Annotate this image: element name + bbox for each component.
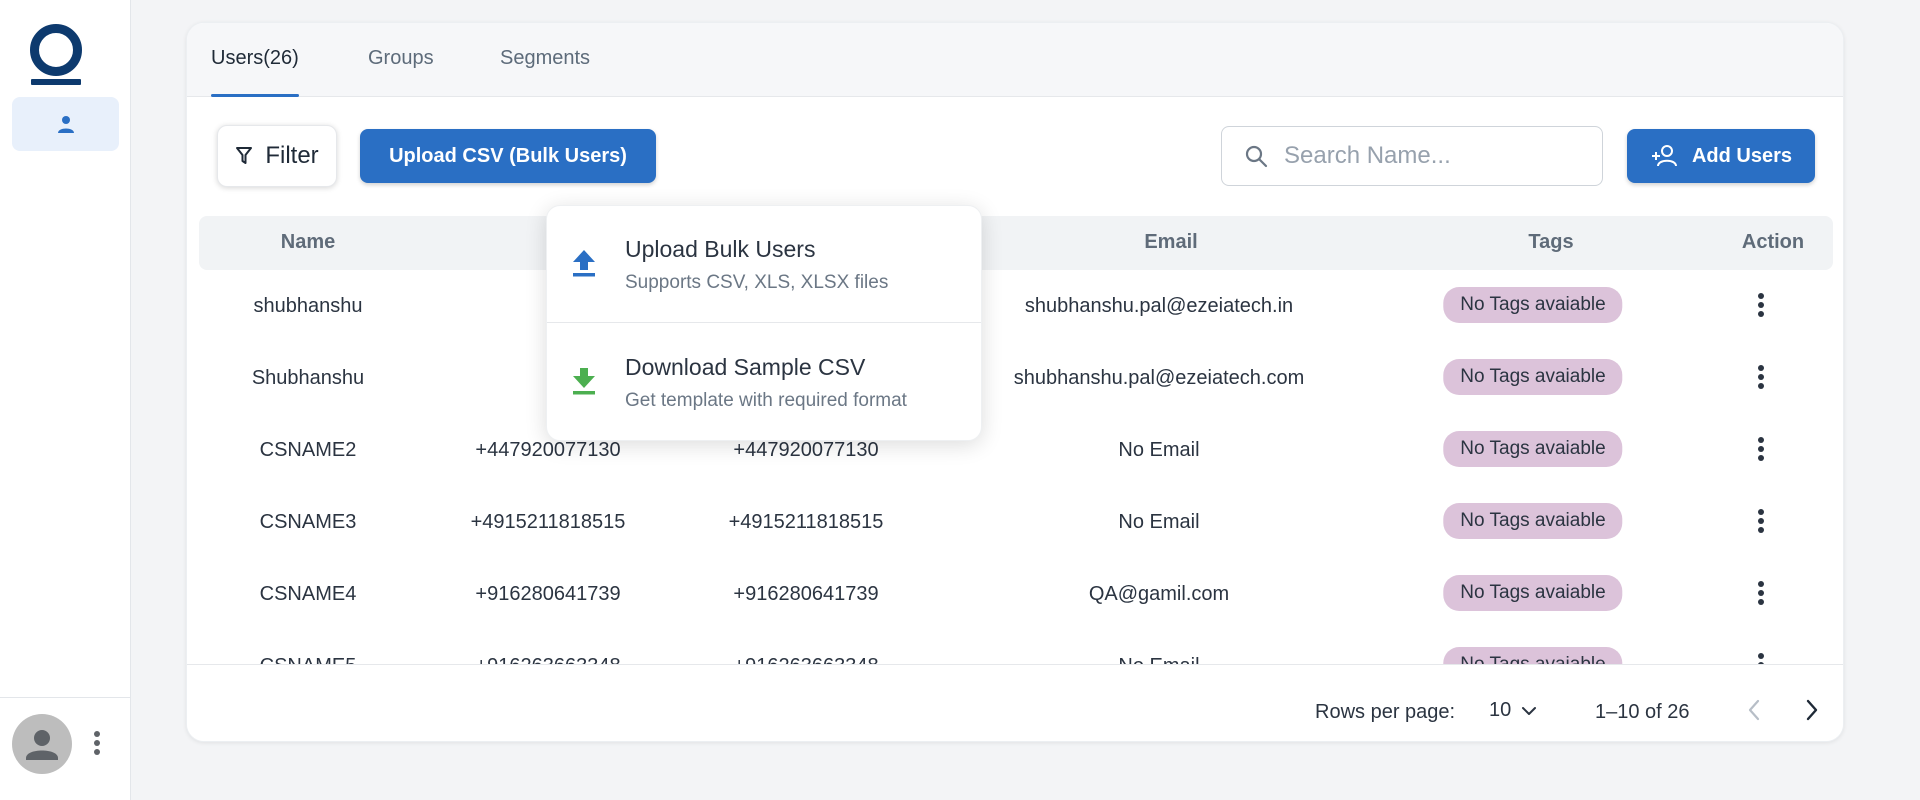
table-row: CSNAME2 +447920077130 +447920077130 No E… bbox=[187, 414, 1843, 486]
tab-bar: Users(26) Groups Segments bbox=[187, 23, 1843, 97]
column-header-action: Action bbox=[1741, 231, 1805, 253]
column-header-email: Email bbox=[1144, 231, 1198, 253]
users-card: Users(26) Groups Segments Filter Upload … bbox=[186, 22, 1844, 742]
cell-email: No Email bbox=[1118, 511, 1200, 533]
cell-email: No Email bbox=[1118, 439, 1200, 461]
cell-phone: +916263663348 bbox=[475, 655, 620, 664]
add-users-button[interactable]: Add Users bbox=[1627, 129, 1815, 183]
table-header: Name andle Email Tags Action bbox=[199, 216, 1833, 270]
menu-item-subtitle: Get template with required format bbox=[625, 390, 907, 411]
cell-phone: +447920077130 bbox=[475, 439, 621, 461]
upload-options-menu: Upload Bulk Users Supports CSV, XLS, XLS… bbox=[546, 205, 982, 441]
cell-name: CSNAME4 bbox=[259, 583, 357, 605]
cell-name: shubhanshu bbox=[253, 295, 363, 317]
page-range: 1–10 of 26 bbox=[1595, 701, 1690, 723]
menu-item-title: Download Sample CSV bbox=[625, 354, 866, 380]
cell-name: CSNAME3 bbox=[259, 511, 357, 533]
cell-handle: +4915211818515 bbox=[728, 511, 884, 533]
column-header-tags: Tags bbox=[1528, 231, 1574, 253]
table-row: CSNAME5 +916263663348 +916263663348 No E… bbox=[187, 630, 1843, 664]
row-actions-icon[interactable] bbox=[1757, 580, 1765, 611]
table-body: shubhanshu 40013680 shubhanshu.pal@ezeia… bbox=[187, 270, 1843, 664]
cell-handle: +916263663348 bbox=[733, 655, 878, 664]
upload-csv-button[interactable]: Upload CSV (Bulk Users) bbox=[360, 129, 656, 183]
menu-item-title: Upload Bulk Users bbox=[625, 236, 816, 262]
row-actions-icon[interactable] bbox=[1757, 364, 1765, 395]
tag-badge: No Tags avaiable bbox=[1443, 647, 1623, 664]
cell-handle: +916280641739 bbox=[733, 583, 879, 605]
table-row: CSNAME3 +4915211818515 +4915211818515 No… bbox=[187, 486, 1843, 558]
sidebar-item-users[interactable] bbox=[12, 97, 119, 151]
cell-name: CSNAME5 bbox=[260, 655, 357, 664]
cell-email: QA@gamil.com bbox=[1088, 583, 1230, 605]
cell-name: CSNAME2 bbox=[259, 439, 357, 461]
rows-per-page-select[interactable]: 10 bbox=[1489, 699, 1537, 722]
next-page-button[interactable] bbox=[1805, 699, 1819, 726]
row-actions-icon[interactable] bbox=[1757, 508, 1765, 539]
upload-icon bbox=[571, 248, 597, 283]
tag-badge: No Tags avaiable bbox=[1443, 575, 1623, 611]
previous-page-button[interactable] bbox=[1747, 699, 1761, 726]
tag-badge: No Tags avaiable bbox=[1443, 287, 1623, 323]
menu-item-subtitle: Supports CSV, XLS, XLSX files bbox=[625, 272, 889, 293]
row-actions-icon[interactable] bbox=[1757, 292, 1765, 323]
sidebar bbox=[0, 0, 131, 800]
row-actions-icon[interactable] bbox=[1757, 436, 1765, 467]
user-icon bbox=[57, 116, 74, 133]
table-row: shubhanshu 40013680 shubhanshu.pal@ezeia… bbox=[187, 270, 1843, 342]
rows-per-page-value: 10 bbox=[1489, 699, 1512, 721]
row-actions-icon[interactable] bbox=[1757, 652, 1765, 664]
download-icon bbox=[571, 366, 597, 401]
tab-users[interactable]: Users(26) bbox=[211, 47, 299, 97]
app-logo bbox=[30, 24, 82, 86]
cell-handle: +447920077130 bbox=[733, 439, 879, 461]
tag-badge: No Tags avaiable bbox=[1443, 431, 1623, 467]
add-user-icon bbox=[1651, 145, 1677, 167]
column-header-name: Name bbox=[280, 231, 336, 253]
cell-phone: +916280641739 bbox=[475, 583, 621, 605]
search-field[interactable] bbox=[1221, 126, 1603, 186]
add-users-label: Add Users bbox=[1691, 144, 1793, 167]
account-menu-icon[interactable] bbox=[93, 730, 101, 761]
person-icon bbox=[26, 730, 58, 760]
filter-icon bbox=[236, 147, 253, 164]
sidebar-footer bbox=[0, 697, 131, 800]
tab-segments[interactable]: Segments bbox=[500, 47, 590, 97]
menu-item-upload-bulk-users[interactable]: Upload Bulk Users Supports CSV, XLS, XLS… bbox=[547, 206, 981, 323]
tag-badge: No Tags avaiable bbox=[1443, 503, 1623, 539]
filter-label: Filter bbox=[265, 142, 319, 169]
cell-phone: +4915211818515 bbox=[470, 511, 626, 533]
pagination: Rows per page: 10 1–10 of 26 bbox=[187, 664, 1843, 741]
chevron-right-icon bbox=[1806, 699, 1818, 721]
cell-email: shubhanshu.pal@ezeiatech.in bbox=[1024, 295, 1294, 317]
rows-per-page-label: Rows per page: bbox=[1315, 701, 1456, 723]
search-icon bbox=[1245, 145, 1268, 168]
tab-groups[interactable]: Groups bbox=[368, 47, 434, 97]
avatar[interactable] bbox=[12, 714, 72, 774]
menu-item-download-sample-csv[interactable]: Download Sample CSV Get template with re… bbox=[547, 324, 981, 441]
tag-badge: No Tags avaiable bbox=[1443, 359, 1623, 395]
cell-email: No Email bbox=[1118, 655, 1199, 664]
table-row: CSNAME4 +916280641739 +916280641739 QA@g… bbox=[187, 558, 1843, 630]
table-row: Shubhanshu 54218785 shubhanshu.pal@ezeia… bbox=[187, 342, 1843, 414]
chevron-down-icon bbox=[1522, 706, 1537, 715]
cell-email: shubhanshu.pal@ezeiatech.com bbox=[1013, 367, 1305, 389]
chevron-left-icon bbox=[1748, 699, 1760, 721]
search-input[interactable] bbox=[1284, 142, 1584, 170]
cell-name: Shubhanshu bbox=[251, 367, 365, 389]
filter-button[interactable]: Filter bbox=[217, 125, 337, 187]
